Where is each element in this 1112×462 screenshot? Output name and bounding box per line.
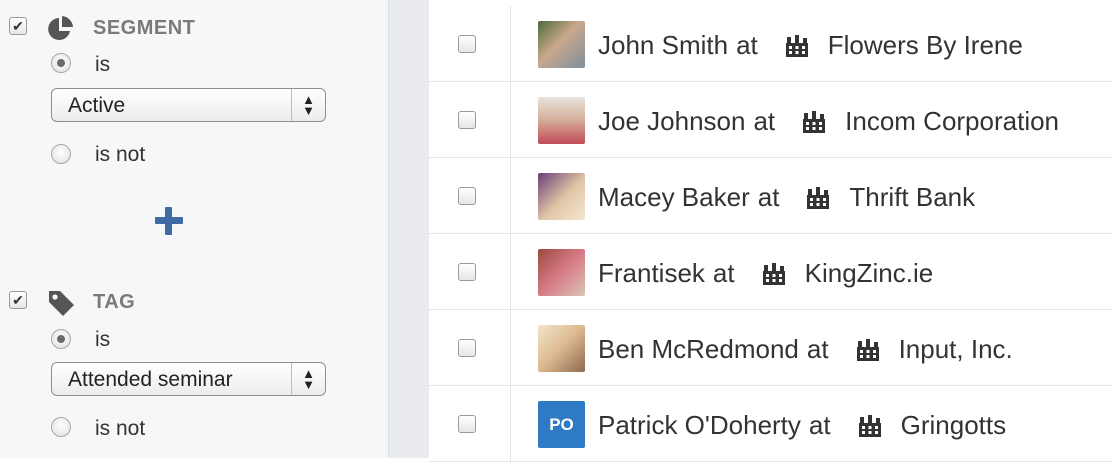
row-checkbox[interactable] — [458, 415, 476, 433]
contact-summary: Macey Baker at Thrift Bank — [598, 182, 975, 213]
row-checkbox[interactable] — [458, 187, 476, 205]
avatar[interactable] — [538, 21, 585, 68]
company-name[interactable]: Input, Inc. — [899, 334, 1013, 365]
select-arrows-icon: ▲ ▼ — [291, 363, 325, 395]
segment-select[interactable]: Active ▲ ▼ — [51, 88, 326, 122]
contact-summary: Patrick O'Doherty at Gringotts — [598, 410, 1006, 441]
avatar[interactable]: PO — [538, 401, 585, 448]
building-icon — [801, 110, 827, 134]
plus-icon[interactable] — [155, 207, 183, 235]
contact-list: John Smith at Flowers By Irene Joe Johnson a… — [429, 0, 1112, 462]
tag-is-not-label: is not — [95, 417, 146, 440]
building-icon — [857, 414, 883, 438]
avatar[interactable] — [538, 325, 585, 372]
list-item[interactable]: John Smith at Flowers By Irene — [429, 6, 1112, 82]
tag-is-radio[interactable] — [51, 329, 71, 349]
row-checkbox[interactable] — [458, 339, 476, 357]
contact-at-label: at — [808, 410, 831, 440]
row-checkbox-cell — [429, 386, 511, 461]
list-item[interactable]: PO Patrick O'Doherty at Gringotts — [429, 386, 1112, 462]
contact-summary: Ben McRedmond at Input, Inc. — [598, 334, 1013, 365]
row-checkbox-cell — [429, 6, 511, 81]
contact-name[interactable]: Macey Baker — [598, 182, 750, 213]
segment-is-label: is — [95, 53, 111, 76]
segment-is-not-label: is not — [95, 143, 146, 166]
company-name[interactable]: Incom Corporation — [845, 106, 1059, 137]
contact-summary: John Smith at Flowers By Irene — [598, 30, 1023, 61]
building-icon — [855, 338, 881, 362]
row-checkbox-cell — [429, 234, 511, 309]
company-name[interactable]: KingZinc.ie — [805, 258, 934, 289]
tag-filter-title: TAG — [93, 291, 136, 313]
company-name[interactable]: Thrift Bank — [849, 182, 975, 213]
contact-name[interactable]: Frantisek — [598, 258, 705, 289]
row-checkbox-cell — [429, 310, 511, 385]
company-name[interactable]: Flowers By Irene — [828, 30, 1023, 61]
row-checkbox[interactable] — [458, 35, 476, 53]
contact-summary: Joe Johnson at Incom Corporation — [598, 106, 1059, 137]
segment-select-value: Active — [68, 94, 126, 117]
avatar[interactable] — [538, 97, 585, 144]
building-icon — [784, 34, 810, 58]
row-checkbox[interactable] — [458, 111, 476, 129]
tag-filter-checkbox[interactable]: ✔ — [9, 291, 27, 309]
row-checkbox-cell — [429, 82, 511, 157]
select-arrows-icon: ▲ ▼ — [291, 89, 325, 121]
segment-filter-title: SEGMENT — [93, 17, 196, 39]
building-icon — [805, 186, 831, 210]
contact-name[interactable]: John Smith — [598, 30, 728, 61]
contact-name[interactable]: Patrick O'Doherty — [598, 410, 801, 441]
avatar[interactable] — [538, 249, 585, 296]
row-checkbox[interactable] — [458, 263, 476, 281]
contact-at-label: at — [757, 182, 780, 212]
contact-name[interactable]: Ben McRedmond — [598, 334, 799, 365]
filter-panel: ✔ SEGMENT is Active ▲ ▼ is not ✔ TAG is A… — [0, 0, 389, 458]
pie-chart-icon — [46, 14, 76, 49]
tag-select[interactable]: Attended seminar ▲ ▼ — [51, 362, 326, 396]
tag-select-value: Attended seminar — [68, 368, 233, 391]
list-item[interactable]: Frantisek at KingZinc.ie — [429, 234, 1112, 310]
list-item[interactable]: Macey Baker at Thrift Bank — [429, 158, 1112, 234]
tag-icon — [46, 288, 76, 323]
contact-at-label: at — [753, 106, 776, 136]
list-item[interactable]: Ben McRedmond at Input, Inc. — [429, 310, 1112, 386]
segment-filter-checkbox[interactable]: ✔ — [9, 17, 27, 35]
segment-is-not-radio[interactable] — [51, 144, 71, 164]
panel-gutter — [389, 0, 429, 458]
tag-is-not-radio[interactable] — [51, 417, 71, 437]
tag-is-label: is — [95, 328, 111, 351]
company-name[interactable]: Gringotts — [901, 410, 1007, 441]
contact-at-label: at — [736, 30, 758, 60]
building-icon — [761, 262, 787, 286]
contact-at-label: at — [712, 258, 735, 288]
contact-at-label: at — [806, 334, 829, 364]
contact-name[interactable]: Joe Johnson — [598, 106, 745, 137]
contact-summary: Frantisek at KingZinc.ie — [598, 258, 933, 289]
row-checkbox-cell — [429, 158, 511, 233]
list-item[interactable]: Joe Johnson at Incom Corporation — [429, 82, 1112, 158]
avatar[interactable] — [538, 173, 585, 220]
segment-is-radio[interactable] — [51, 53, 71, 73]
